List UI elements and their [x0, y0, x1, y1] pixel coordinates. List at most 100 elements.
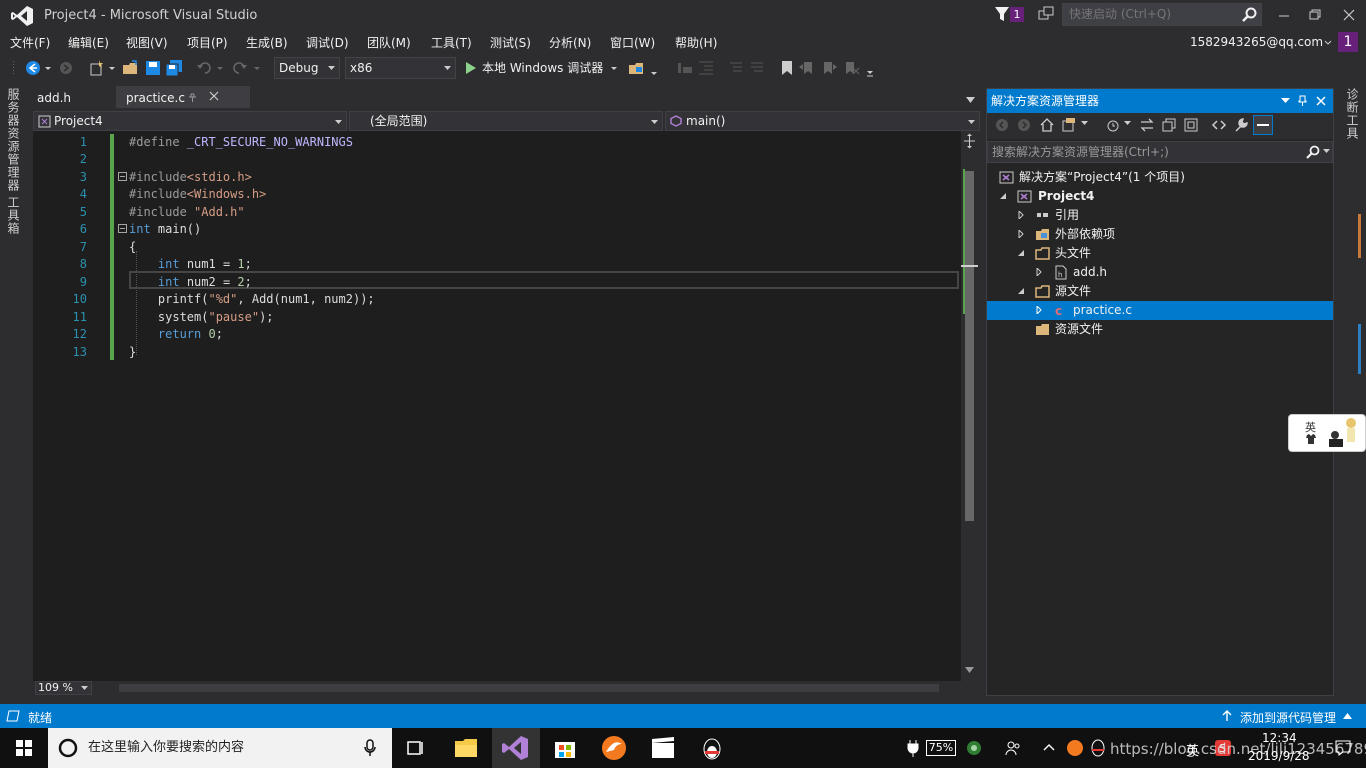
browser-icon[interactable]: [590, 728, 638, 768]
menu-build[interactable]: 生成(B): [246, 34, 288, 51]
properties-wrench-icon[interactable]: [1233, 117, 1249, 133]
collapsed-arrow-icon[interactable]: [1035, 306, 1043, 314]
code-line-13[interactable]: }: [129, 345, 136, 359]
menu-edit[interactable]: 编辑(E): [68, 34, 109, 51]
menu-tools[interactable]: 工具(T): [431, 34, 472, 51]
action-center-icon[interactable]: [1334, 739, 1352, 757]
outline-collapse-toggle[interactable]: [118, 224, 127, 233]
previous-bookmark-icon[interactable]: [798, 59, 816, 77]
diagnostic-tools-tab[interactable]: 诊断工具: [1344, 88, 1361, 140]
taskbar-search-box[interactable]: 在这里输入你要搜索的内容: [48, 728, 392, 768]
solution-configuration-select[interactable]: Debug: [274, 57, 340, 79]
video-editor-icon[interactable]: [639, 728, 687, 768]
tree-item-resource-files[interactable]: 资源文件: [987, 320, 1333, 339]
pin-icon[interactable]: [188, 92, 197, 103]
open-file-icon[interactable]: [122, 59, 140, 77]
chevron-up-icon[interactable]: [1043, 743, 1055, 751]
close-icon[interactable]: [209, 91, 219, 101]
tree-item-project[interactable]: Project4: [987, 187, 1333, 206]
expanded-arrow-icon[interactable]: [1017, 249, 1025, 257]
step-over-icon[interactable]: [676, 59, 694, 77]
ime-floating-widget[interactable]: 英: [1288, 414, 1366, 452]
menu-team[interactable]: 团队(M): [367, 34, 411, 51]
editor-horizontal-scrollbar[interactable]: 109 %: [33, 681, 978, 695]
collapse-all-icon[interactable]: [1183, 117, 1199, 133]
tree-item-practice-c[interactable]: c practice.c: [987, 301, 1333, 320]
menu-project[interactable]: 项目(P): [187, 34, 228, 51]
collapsed-arrow-icon[interactable]: [1017, 230, 1025, 238]
menu-analyze[interactable]: 分析(N): [549, 34, 591, 51]
home-icon[interactable]: [1039, 117, 1055, 133]
battery-indicator[interactable]: 75%: [926, 740, 956, 756]
code-line-11[interactable]: system("pause");: [129, 310, 274, 324]
input-language-indicator[interactable]: 英: [1186, 740, 1199, 759]
tree-item-add-h[interactable]: h add.h: [987, 263, 1333, 282]
close-window-button[interactable]: [1332, 0, 1366, 30]
feedback-icon[interactable]: [1038, 6, 1054, 22]
output-window-icon[interactable]: [6, 710, 20, 722]
code-line-5[interactable]: #include "Add.h": [129, 205, 245, 219]
collapsed-arrow-icon[interactable]: [1017, 211, 1025, 219]
code-line-4[interactable]: #include<Windows.h>: [129, 187, 266, 201]
toolbox-tab[interactable]: 工具箱: [5, 196, 22, 235]
microsoft-store-icon[interactable]: [541, 728, 589, 768]
pin-icon[interactable]: [1298, 95, 1307, 107]
uncomment-lines-icon[interactable]: [748, 59, 766, 77]
pending-changes-filter-icon[interactable]: [1105, 117, 1121, 133]
scroll-down-icon[interactable]: [965, 667, 974, 674]
chevron-down-icon[interactable]: [1323, 149, 1330, 154]
qq-penguin-icon[interactable]: [688, 728, 736, 768]
microphone-icon[interactable]: [364, 739, 376, 757]
account-email[interactable]: 1582943265@qq.com: [1190, 35, 1323, 49]
people-icon[interactable]: [1005, 740, 1021, 756]
restore-button[interactable]: [1300, 0, 1330, 30]
chevron-down-icon[interactable]: [1324, 39, 1332, 47]
browse-folder-icon[interactable]: [628, 59, 646, 77]
visual-studio-taskbar-icon[interactable]: [492, 728, 540, 768]
redo-icon[interactable]: [230, 59, 248, 77]
code-line-9[interactable]: int num2 = 2;: [129, 275, 252, 289]
tree-item-solution[interactable]: 解决方案“Project4”(1 个项目): [987, 168, 1333, 187]
comment-lines-icon[interactable]: [727, 59, 745, 77]
menu-debug[interactable]: 调试(D): [306, 34, 349, 51]
switch-views-icon[interactable]: [1061, 117, 1077, 133]
tab-overflow-icon[interactable]: [966, 97, 975, 104]
chevron-down-icon[interactable]: [44, 59, 52, 77]
menu-view[interactable]: 视图(V): [126, 34, 168, 51]
expanded-arrow-icon[interactable]: [1017, 287, 1025, 295]
chevron-down-icon[interactable]: [1081, 121, 1088, 126]
panel-menu-icon[interactable]: [1281, 98, 1290, 104]
windows-start-icon[interactable]: [0, 728, 48, 768]
quick-launch[interactable]: [1062, 3, 1262, 26]
bookmark-icon[interactable]: [778, 59, 796, 77]
preview-selected-items-icon[interactable]: [1253, 115, 1273, 135]
start-debugging-button[interactable]: 本地 Windows 调试器: [462, 56, 603, 80]
menu-test[interactable]: 测试(S): [490, 34, 531, 51]
chevron-down-icon[interactable]: [108, 59, 116, 77]
save-icon[interactable]: [144, 59, 162, 77]
notification-badge[interactable]: 1: [1010, 7, 1024, 22]
indent-icon[interactable]: [697, 59, 715, 77]
member-select[interactable]: main(): [665, 111, 980, 131]
code-line-1[interactable]: #define _CRT_SECURE_NO_WARNINGS: [129, 135, 353, 149]
code-line-8[interactable]: int num1 = 1;: [129, 257, 252, 271]
menu-file[interactable]: 文件(F): [10, 34, 50, 51]
back-icon[interactable]: [995, 118, 1009, 132]
chevron-down-icon[interactable]: [216, 59, 224, 77]
solution-explorer-search[interactable]: 搜索解决方案资源管理器(Ctrl+;): [987, 141, 1333, 163]
toolbar-options-icon[interactable]: [866, 59, 874, 77]
toolbar-grip-icon[interactable]: [12, 59, 18, 77]
clock-time[interactable]: 12:34: [1262, 731, 1297, 745]
search-icon[interactable]: [1242, 7, 1257, 22]
expanded-arrow-icon[interactable]: [999, 192, 1007, 200]
refresh-icon[interactable]: [1161, 117, 1177, 133]
clock-date[interactable]: 2019/9/28: [1248, 749, 1310, 763]
file-explorer-icon[interactable]: [442, 728, 490, 768]
tree-item-source-files[interactable]: 源文件: [987, 282, 1333, 301]
save-all-icon[interactable]: [165, 59, 183, 77]
forward-icon[interactable]: [1017, 118, 1031, 132]
next-bookmark-icon[interactable]: [820, 59, 838, 77]
project-select[interactable]: Project4: [33, 111, 347, 131]
view-code-icon[interactable]: [1211, 117, 1227, 133]
split-editor-icon[interactable]: [961, 133, 978, 149]
